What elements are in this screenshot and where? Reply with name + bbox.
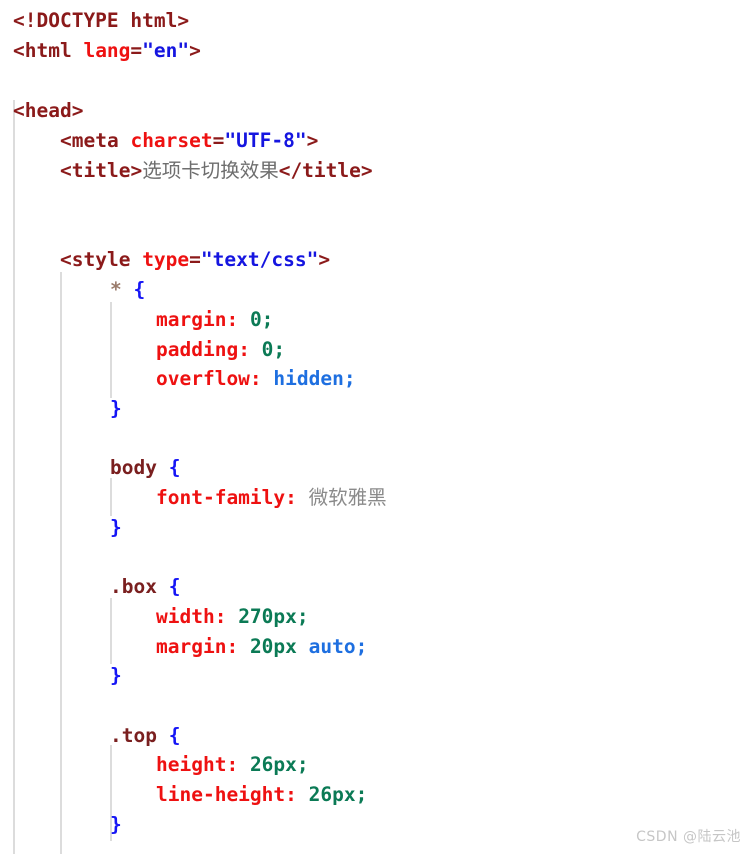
- code-token: :: [285, 486, 309, 509]
- code-token: "text/css": [200, 248, 319, 271]
- code-token: charset: [130, 129, 213, 152]
- code-token: =: [212, 129, 225, 152]
- code-token: <!DOCTYPE html>: [13, 9, 190, 32]
- code-token: margin: [156, 635, 227, 658]
- code-token: 0;: [249, 308, 274, 331]
- code-line: margin: 20px auto;: [0, 632, 367, 662]
- code-token: 26px;: [249, 753, 309, 776]
- code-token: .top: [110, 724, 169, 747]
- code-token: =: [130, 39, 143, 62]
- csdn-watermark: CSDN @陆云池: [636, 829, 741, 845]
- code-line: .top {: [0, 721, 180, 751]
- code-line: padding: 0;: [0, 335, 285, 365]
- code-token: 270px;: [238, 605, 309, 628]
- code-token: :: [249, 367, 274, 390]
- code-token: lang: [83, 39, 131, 62]
- code-token: line-height: [156, 783, 286, 806]
- code-token: 选项卡切换效果: [142, 159, 279, 182]
- code-token: type: [142, 248, 190, 271]
- code-token: body: [110, 456, 169, 479]
- code-token: {: [168, 456, 181, 479]
- code-line: line-height: 26px;: [0, 780, 367, 810]
- code-token: :: [285, 783, 309, 806]
- code-line: <title>选项卡切换效果</title>: [0, 156, 373, 186]
- code-token: auto;: [308, 635, 368, 658]
- code-token: overflow: [156, 367, 250, 390]
- code-line: <!DOCTYPE html>: [0, 6, 189, 36]
- code-token: hidden;: [273, 367, 356, 390]
- code-line: margin: 0;: [0, 305, 273, 335]
- code-token: width: [156, 605, 215, 628]
- code-token: :: [226, 753, 250, 776]
- code-token: >: [318, 248, 331, 271]
- code-token: }: [110, 664, 122, 687]
- code-token: :: [238, 338, 262, 361]
- code-token: padding: [156, 338, 239, 361]
- code-token: }: [110, 813, 122, 836]
- code-token: <style: [60, 248, 143, 271]
- code-line: height: 26px;: [0, 750, 309, 780]
- code-token: =: [189, 248, 201, 271]
- code-token: :: [226, 635, 250, 658]
- code-token: 26px;: [308, 783, 368, 806]
- code-line: * {: [0, 275, 145, 305]
- code-line: }: [0, 810, 122, 840]
- code-line: font-family: 微软雅黑: [0, 483, 387, 513]
- code-screenshot: <!DOCTYPE html> <html lang="en"> <head> <me…: [0, 0, 755, 854]
- code-token: 0;: [261, 338, 286, 361]
- code-token: 20px: [249, 635, 309, 658]
- code-line: }: [0, 513, 122, 543]
- code-token: .box: [110, 575, 169, 598]
- code-line: }: [0, 661, 122, 691]
- code-line: overflow: hidden;: [0, 364, 356, 394]
- code-token: "UTF-8": [224, 129, 307, 152]
- code-token: :: [214, 605, 239, 628]
- code-token: <meta: [60, 129, 131, 152]
- code-line: <style type="text/css">: [0, 245, 330, 275]
- code-token: {: [168, 575, 181, 598]
- code-line: width: 270px;: [0, 602, 309, 632]
- code-token: >: [306, 129, 319, 152]
- code-token: margin: [156, 308, 227, 331]
- code-token: </title>: [278, 159, 373, 182]
- code-token: }: [110, 516, 122, 539]
- code-line: <meta charset="UTF-8">: [0, 126, 318, 156]
- code-token: "en": [142, 39, 190, 62]
- code-token: <title>: [60, 159, 143, 182]
- code-line: .box {: [0, 572, 180, 602]
- code-token: :: [226, 308, 250, 331]
- code-token: height: [156, 753, 227, 776]
- code-line: <html lang="en">: [0, 36, 201, 66]
- code-token: <html: [13, 39, 84, 62]
- code-token: >: [189, 39, 201, 62]
- code-token: font-family: [156, 486, 286, 509]
- code-token: <head>: [13, 99, 84, 122]
- code-line: }: [0, 394, 122, 424]
- code-token: {: [133, 278, 146, 301]
- code-token: 微软雅黑: [308, 486, 387, 509]
- code-line: body {: [0, 453, 180, 483]
- code-token: *: [110, 278, 134, 301]
- code-line: <head>: [0, 96, 83, 126]
- code-token: {: [168, 724, 181, 747]
- code-token: }: [110, 397, 122, 420]
